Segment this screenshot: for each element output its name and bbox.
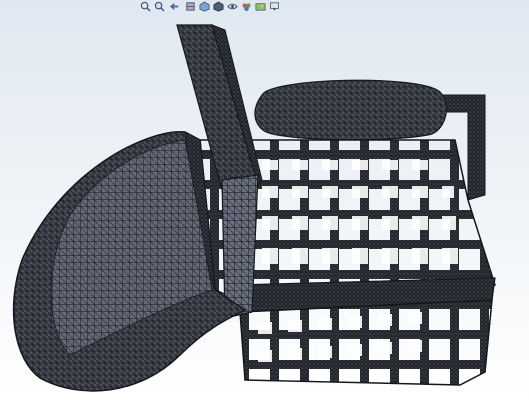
zoom-to-fit-icon[interactable]	[138, 0, 152, 13]
heads-up-view-toolbar	[138, 0, 281, 13]
view-settings-icon[interactable]	[267, 0, 281, 13]
wireframe-model-basket-scoop[interactable]	[0, 0, 529, 400]
zoom-to-area-icon[interactable]	[152, 0, 166, 13]
apply-scene-icon[interactable]	[253, 0, 267, 13]
front-post	[221, 174, 259, 319]
graphics-area[interactable]	[0, 0, 529, 400]
display-style-icon[interactable]	[211, 0, 225, 13]
edit-appearance-icon[interactable]	[239, 0, 253, 13]
basket-lower-grid	[239, 299, 493, 386]
view-orientation-icon[interactable]	[197, 0, 211, 13]
section-view-icon[interactable]	[183, 0, 197, 13]
previous-view-icon[interactable]	[166, 0, 180, 13]
handle-grip	[254, 79, 448, 141]
hide-show-items-icon[interactable]	[225, 0, 239, 13]
